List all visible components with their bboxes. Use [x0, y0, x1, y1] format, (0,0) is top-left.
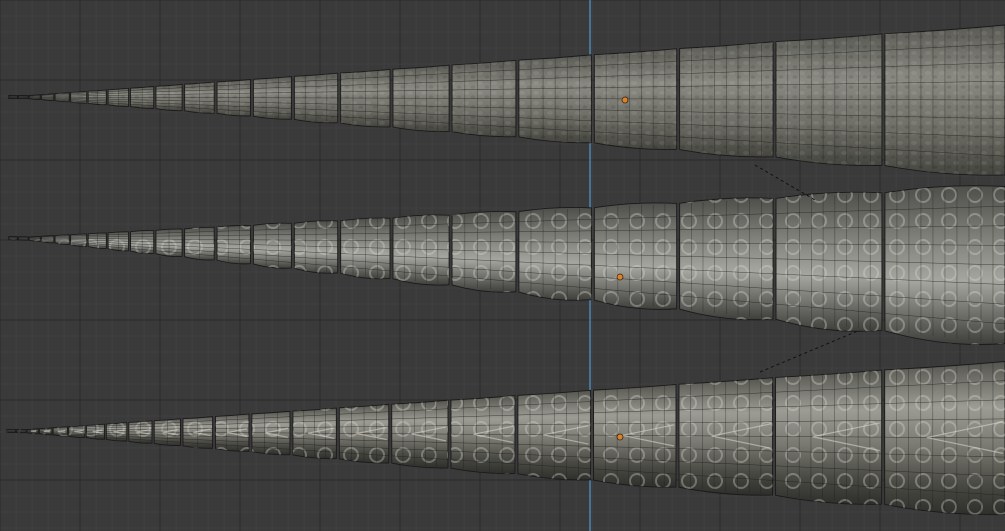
mesh-group	[6, 24, 1005, 516]
viewport-canvas[interactable]	[0, 0, 1005, 531]
tail-mesh-smooth[interactable]	[8, 24, 1005, 176]
scale-chevron	[30, 430, 37, 433]
object-origin-marker[interactable]	[616, 273, 624, 281]
scale-chevron	[43, 430, 50, 433]
tail-mesh-scaled[interactable]	[6, 361, 1005, 516]
tail-mesh-ridged[interactable]	[8, 185, 1005, 345]
object-origin-marker[interactable]	[616, 433, 624, 441]
3d-viewport[interactable]	[0, 0, 1005, 531]
object-origin-marker[interactable]	[621, 96, 629, 104]
